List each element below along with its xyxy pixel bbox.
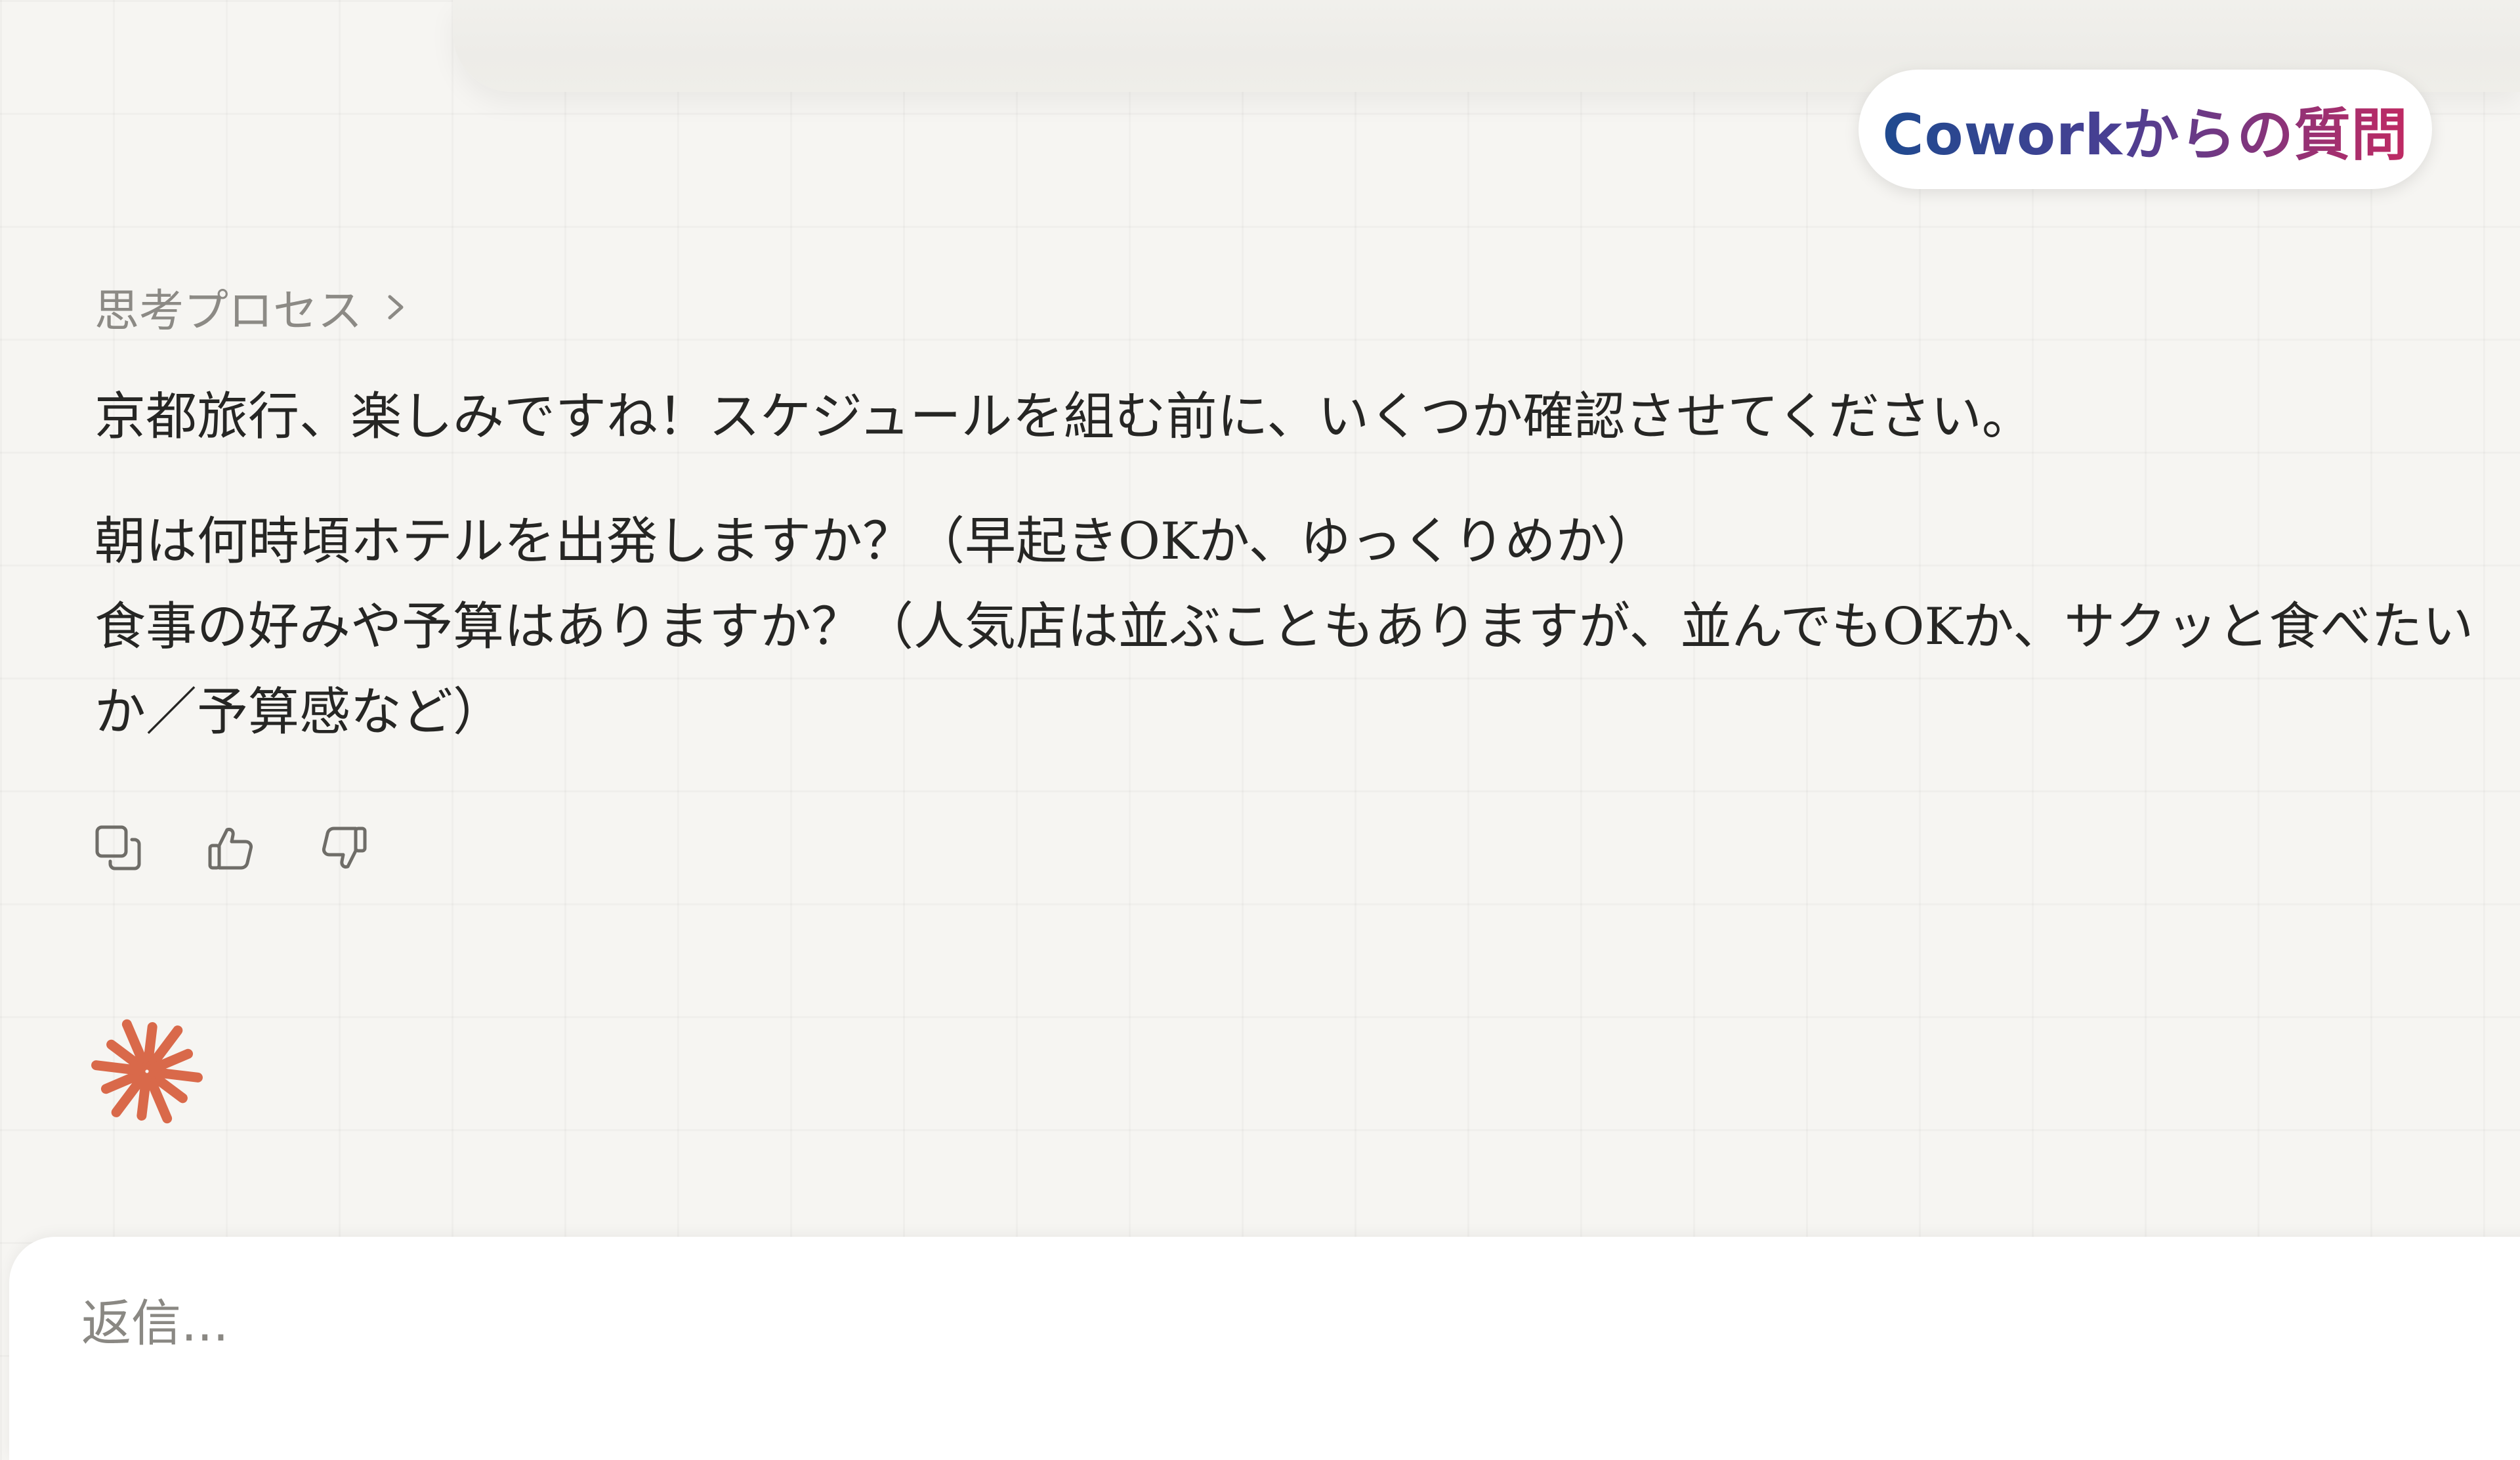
message-actions <box>92 822 370 874</box>
thumbs-down-button[interactable] <box>318 822 370 874</box>
thinking-process-label: 思考プロセス <box>94 286 363 337</box>
question-badge-label: Coworkからの質問 <box>1882 89 2408 171</box>
thumbs-down-icon <box>322 827 367 869</box>
assistant-message-intro: 京都旅行、楽しみですね！スケジュールを組む前に、いくつか確認させてください。 <box>94 387 2033 446</box>
thumbs-up-icon <box>208 828 253 870</box>
copy-button[interactable] <box>92 822 144 874</box>
reply-input[interactable] <box>81 1287 2378 1359</box>
assistant-question-2: 食事の好みや予算はありますか？（人気店は並ぶこともありますが、並んでもOKか、サ… <box>94 597 2474 742</box>
thinking-process-toggle[interactable]: 思考プロセス <box>94 274 407 339</box>
chevron-right-icon <box>388 295 404 319</box>
thumbs-up-button[interactable] <box>205 822 257 874</box>
reply-composer <box>9 1237 2520 1460</box>
assistant-question-1: 朝は何時頃ホテルを出発しますか？（早起きOKか、ゆっくりめか） <box>94 512 1658 571</box>
question-badge: Coworkからの質問 <box>1858 70 2432 189</box>
spark-icon <box>91 1019 203 1124</box>
copy-icon <box>95 825 141 870</box>
